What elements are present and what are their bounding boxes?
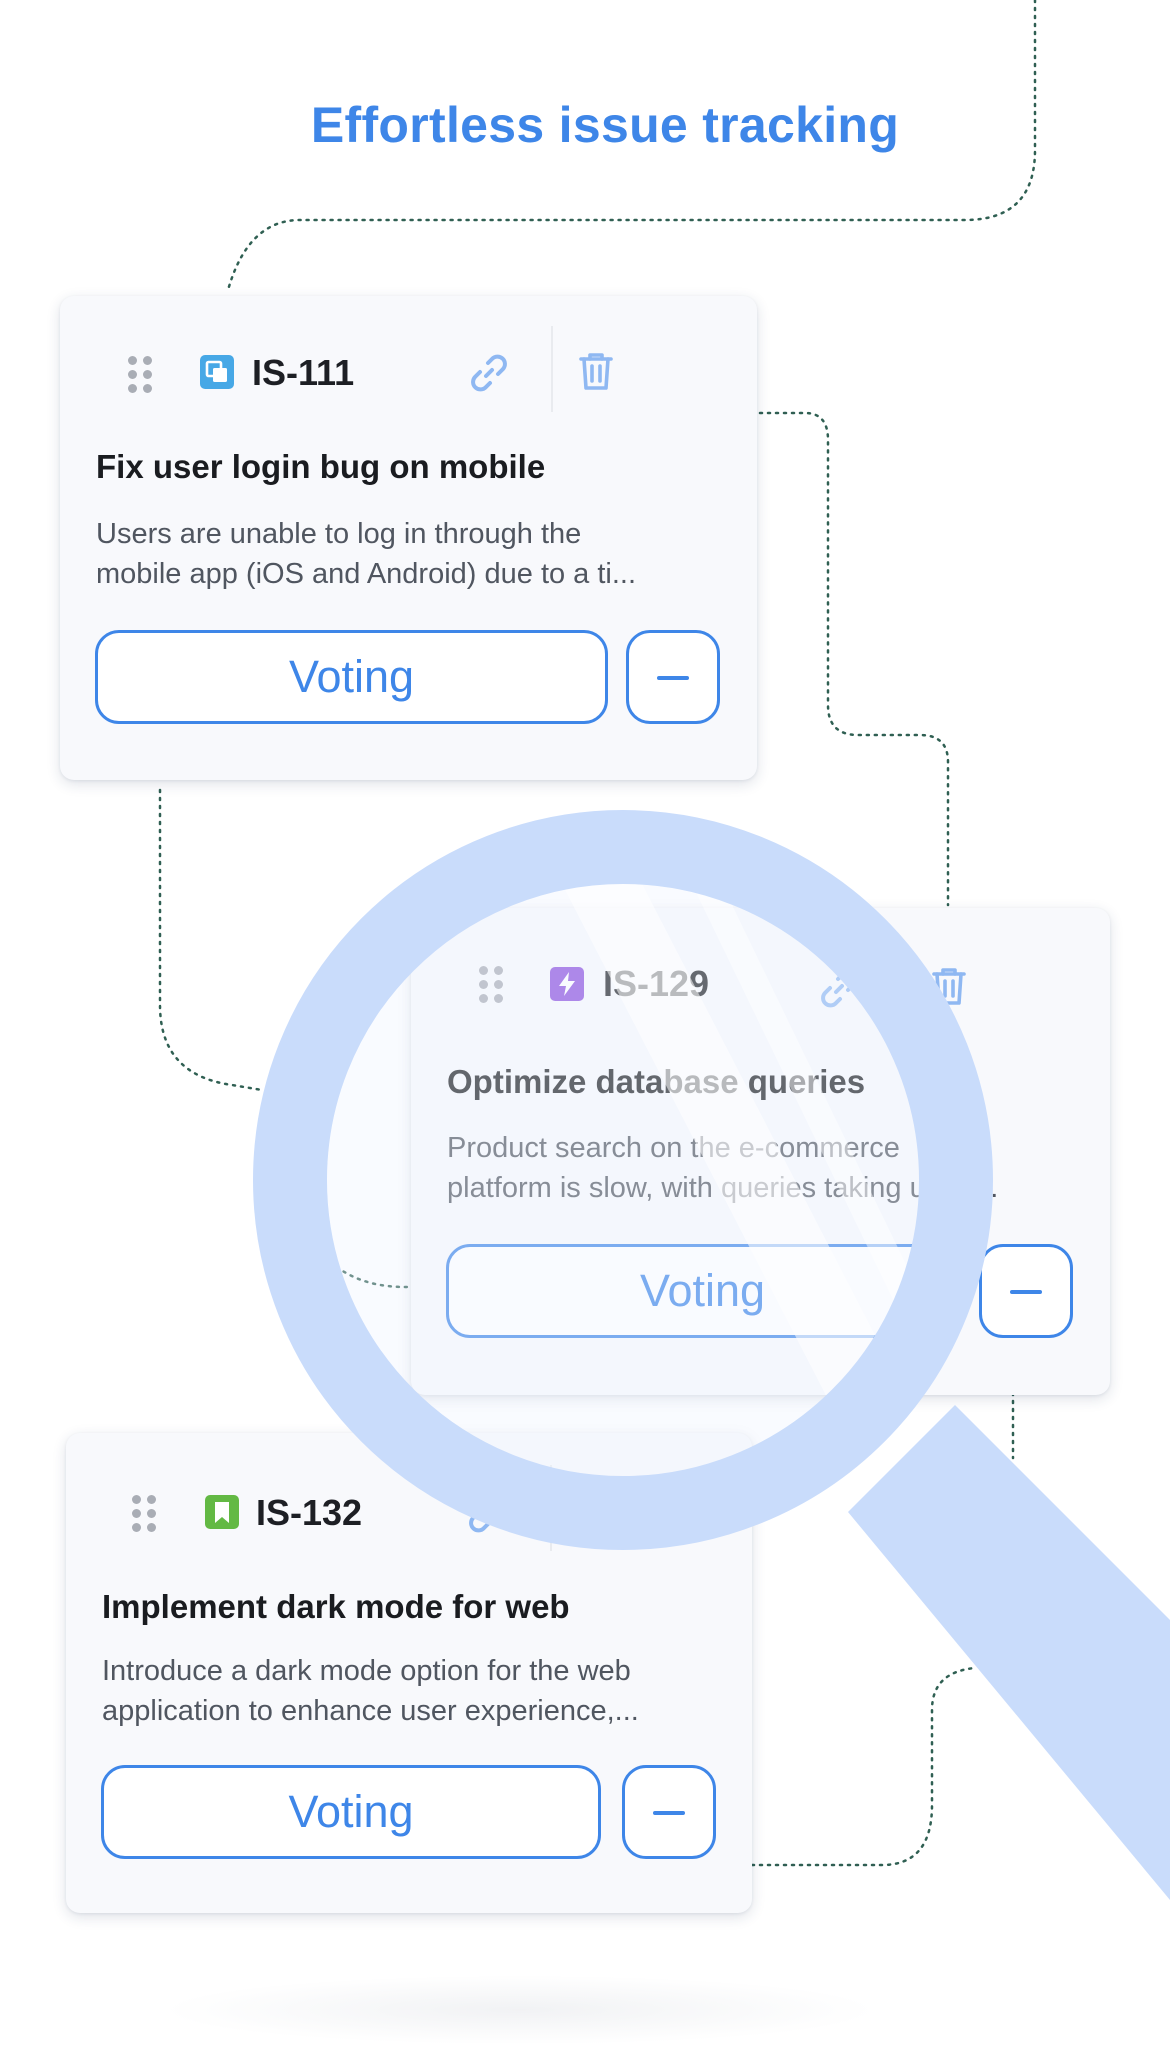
- issue-card-is-129[interactable]: IS-129 Optimize database queries Product…: [411, 908, 1110, 1395]
- voting-button[interactable]: Voting: [446, 1244, 959, 1338]
- copy-icon: [200, 355, 234, 389]
- description-line: mobile app (iOS and Android) due to a ti…: [96, 558, 637, 590]
- toolbar-divider: [901, 938, 903, 1024]
- minus-button[interactable]: [626, 630, 720, 724]
- drag-handle-icon[interactable]: [132, 1495, 158, 1532]
- issue-title: Optimize database queries: [447, 1063, 866, 1100]
- trash-icon[interactable]: [926, 963, 972, 1009]
- drag-handle-icon[interactable]: [479, 966, 505, 1003]
- voting-button[interactable]: Voting: [95, 630, 608, 724]
- description-line: Introduce a dark mode option for the web: [102, 1655, 631, 1687]
- description-line: platform is slow, with queries taking up…: [447, 1172, 999, 1204]
- issue-key: IS-129: [603, 963, 710, 1004]
- issue-description: Product search on the e-commerce platfor…: [447, 1128, 998, 1208]
- minus-button[interactable]: [622, 1765, 716, 1859]
- description-line: application to enhance user experience,.…: [102, 1695, 639, 1727]
- issue-title: Fix user login bug on mobile: [96, 448, 546, 485]
- link-icon[interactable]: [816, 966, 862, 1012]
- trash-icon[interactable]: [573, 1488, 619, 1534]
- issue-key: IS-132: [256, 1492, 363, 1533]
- link-icon[interactable]: [466, 350, 512, 396]
- minus-button[interactable]: [979, 1244, 1073, 1338]
- drag-handle-icon[interactable]: [128, 356, 154, 393]
- trash-icon[interactable]: [573, 348, 619, 394]
- issue-card-is-111[interactable]: IS-111 Fix user login bug on mobile User…: [60, 296, 757, 780]
- ground-shadow: [160, 1975, 880, 2045]
- issue-card-is-132[interactable]: IS-132 Implement dark mode for web Intro…: [66, 1433, 752, 1913]
- toolbar-divider: [551, 326, 553, 412]
- issue-title: Implement dark mode for web: [102, 1588, 570, 1625]
- bolt-icon: [550, 967, 584, 1001]
- toolbar-divider: [550, 1465, 552, 1551]
- bookmark-icon: [205, 1495, 239, 1529]
- issue-key: IS-111: [252, 352, 355, 393]
- link-icon[interactable]: [464, 1491, 510, 1537]
- description-line: Users are unable to log in through the: [96, 518, 582, 550]
- issue-description: Introduce a dark mode option for the web…: [102, 1651, 639, 1731]
- voting-button[interactable]: Voting: [101, 1765, 601, 1859]
- description-line: Product search on the e-commerce: [447, 1132, 900, 1164]
- issue-description: Users are unable to log in through the m…: [96, 514, 636, 594]
